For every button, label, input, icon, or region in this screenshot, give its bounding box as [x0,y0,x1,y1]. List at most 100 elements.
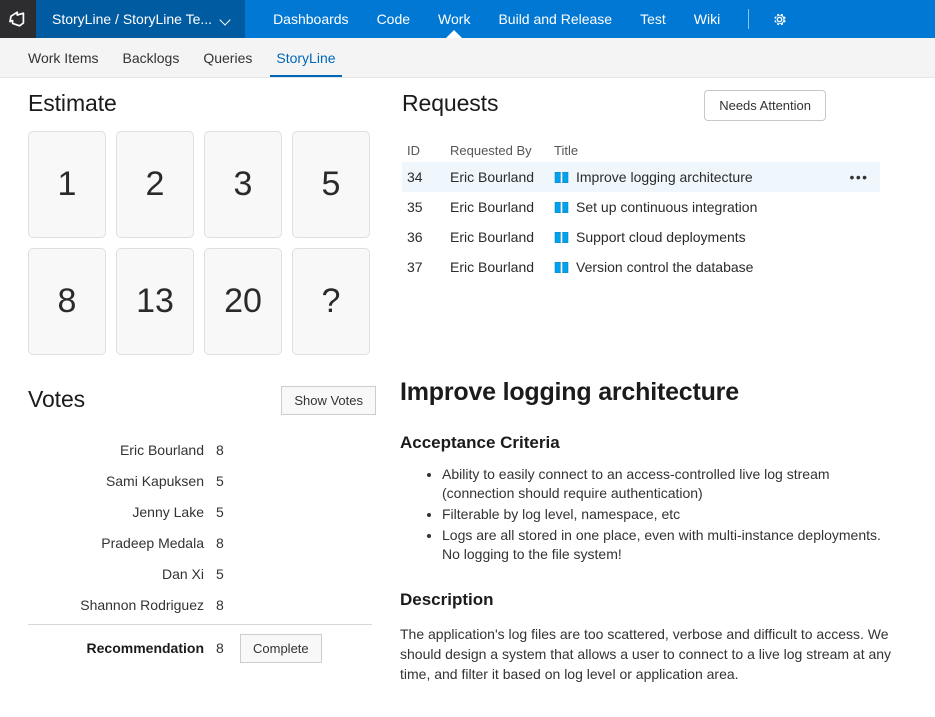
estimate-card[interactable]: 8 [28,248,106,355]
acceptance-criteria-list: Ability to easily connect to an access-c… [400,465,900,564]
recommendation-row: Recommendation 8 Complete [28,625,376,671]
table-row[interactable]: 36 Eric Bourland Support cloud deploymen… [402,222,880,252]
vote-value: 5 [216,472,224,489]
votes-header: Votes Show Votes [28,386,376,420]
complete-button[interactable]: Complete [240,633,322,663]
requests-section: Requests Needs Attention ID Requested By… [402,90,880,282]
feature-book-icon [554,201,569,213]
nav-item-code[interactable]: Code [363,0,424,38]
azure-devops-logo[interactable] [0,0,36,38]
nav-item-test[interactable]: Test [626,0,680,38]
list-item: Logs are all stored in one place, even w… [442,526,900,564]
vote-row: Shannon Rodriguez 8 [28,589,376,620]
request-title-cell: Support cloud deployments [554,229,838,245]
vote-row: Dan Xi 5 [28,558,376,589]
project-selector[interactable]: StoryLine / StoryLine Te... [36,0,246,38]
nav-label: Test [640,11,666,27]
needs-attention-button[interactable]: Needs Attention [704,90,826,121]
complete-button-wrap: Complete [240,633,322,663]
request-title: Version control the database [576,259,754,275]
vote-value: 8 [216,534,224,551]
estimate-card-grid: 1 2 3 5 8 13 20 ? [28,131,380,355]
column-header-requested-by: Requested By [450,142,532,158]
request-requested-by: Eric Bourland [450,199,535,215]
subnav-item-backlogs[interactable]: Backlogs [111,38,192,77]
nav-label: Code [376,11,411,27]
nav-item-dashboards[interactable]: Dashboards [259,0,363,38]
page-body: Estimate 1 2 3 5 8 13 20 ? Votes Show Vo… [0,78,935,717]
table-row[interactable]: 35 Eric Bourland Set up continuous integ… [402,192,880,222]
page-title: Improve logging architecture [400,378,739,406]
list-item: Ability to easily connect to an access-c… [442,465,900,503]
vote-row: Pradeep Medala 8 [28,527,376,558]
requests-table-header: ID Requested By Title [402,138,880,162]
estimate-title: Estimate [28,90,117,116]
votes-section: Votes Show Votes Eric Bourland 8 Sami Ka… [28,386,376,671]
estimate-card[interactable]: 20 [204,248,282,355]
recommendation-label: Recommendation [86,640,204,656]
request-title-cell: Set up continuous integration [554,199,838,215]
votes-list: Eric Bourland 8 Sami Kapuksen 5 Jenny La… [28,434,376,620]
feature-book-icon [554,231,569,243]
estimate-card[interactable]: 3 [204,131,282,238]
requests-table: ID Requested By Title 34 Eric Bourland I… [402,138,880,282]
vote-row: Jenny Lake 5 [28,496,376,527]
table-row[interactable]: 37 Eric Bourland Version control the dat… [402,252,880,282]
primary-nav: Dashboards Code Work Build and Release T… [245,0,935,38]
azure-devops-logo-icon [9,11,25,27]
feature-book-icon [554,171,569,183]
row-overflow-menu-button[interactable]: ••• [838,169,880,185]
subnav-item-storyline[interactable]: StoryLine [264,38,347,77]
votes-title: Votes [28,386,86,412]
requests-title: Requests [402,90,499,116]
subnav-label: Queries [203,49,253,66]
vote-value: 5 [216,503,224,520]
request-title-cell: Version control the database [554,259,838,275]
subnav-label: Backlogs [122,49,180,66]
voter-name: Jenny Lake [132,503,204,520]
voter-name: Sami Kapuksen [105,472,204,489]
request-title-cell: Improve logging architecture [554,169,838,185]
estimate-card[interactable]: 13 [116,248,194,355]
nav-label: Wiki [693,11,721,27]
estimate-card[interactable]: 1 [28,131,106,238]
vote-value: 5 [216,565,224,582]
sub-navigation-bar: Work Items Backlogs Queries StoryLine [0,38,935,78]
request-id: 37 [407,259,423,275]
nav-item-work[interactable]: Work [424,0,484,38]
table-row[interactable]: 34 Eric Bourland Improve logging archite… [402,162,880,192]
gear-icon [774,13,786,25]
nav-separator [748,9,750,29]
subnav-item-work-items[interactable]: Work Items [16,38,111,77]
settings-button[interactable] [761,0,798,38]
request-requested-by: Eric Bourland [450,169,535,185]
subnav-label: Work Items [28,49,99,66]
work-item-detail-panel: Improve logging architecture Acceptance … [400,378,900,684]
estimate-card[interactable]: ? [292,248,370,355]
recommendation-value: 8 [216,640,224,656]
voter-name: Eric Bourland [119,441,204,458]
show-votes-button[interactable]: Show Votes [281,386,376,415]
voter-name: Dan Xi [161,565,204,582]
estimate-section: Estimate 1 2 3 5 8 13 20 ? [28,90,388,355]
estimate-card[interactable]: 2 [116,131,194,238]
chevron-down-icon [221,16,232,23]
nav-item-wiki[interactable]: Wiki [680,0,734,38]
column-header-id: ID [407,142,420,158]
left-column: Estimate 1 2 3 5 8 13 20 ? Votes Show Vo… [0,78,398,717]
acceptance-criteria-heading: Acceptance Criteria [400,433,560,452]
request-title: Support cloud deployments [576,229,746,245]
description-text: The application's log files are too scat… [400,626,892,682]
right-column: Requests Needs Attention ID Requested By… [398,78,935,717]
feature-book-icon [554,261,569,273]
description-heading: Description [400,590,494,609]
nav-item-build-and-release[interactable]: Build and Release [484,0,626,38]
request-requested-by: Eric Bourland [450,259,535,275]
subnav-label: StoryLine [276,49,336,66]
nav-label: Build and Release [498,11,613,27]
estimate-card[interactable]: 5 [292,131,370,238]
request-requested-by: Eric Bourland [450,229,535,245]
vote-row: Sami Kapuksen 5 [28,465,376,496]
voter-name: Pradeep Medala [101,534,204,551]
subnav-item-queries[interactable]: Queries [191,38,264,77]
